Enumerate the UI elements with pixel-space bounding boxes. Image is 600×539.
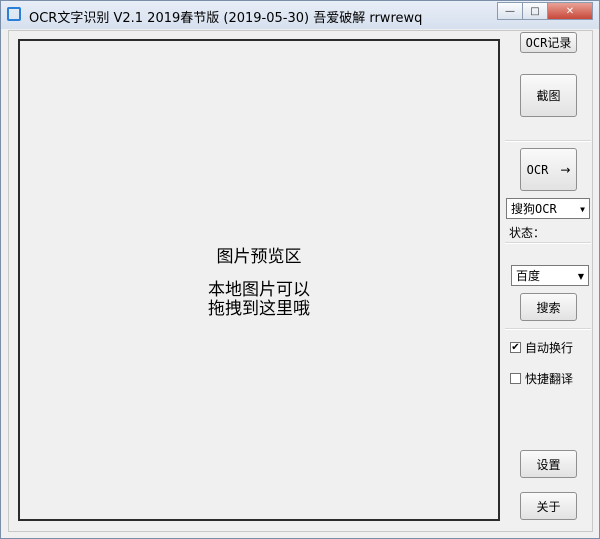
divider bbox=[505, 242, 591, 244]
status-label: 状态： bbox=[509, 226, 546, 240]
settings-button[interactable]: 设置 bbox=[520, 450, 577, 478]
app-icon bbox=[7, 7, 21, 21]
screenshot-button[interactable]: 截图 bbox=[520, 74, 577, 117]
chevron-down-icon: ▼ bbox=[577, 272, 584, 281]
search-button[interactable]: 搜索 bbox=[520, 293, 577, 321]
auto-wrap-checkbox[interactable]: ✔ 自动换行 bbox=[510, 339, 573, 356]
image-preview-area[interactable]: 图片预览区 本地图片可以 拖拽到这里哦 bbox=[18, 39, 500, 521]
divider bbox=[505, 140, 591, 142]
minimize-button[interactable]: — bbox=[497, 2, 523, 20]
window-title: OCR文字识别 V2.1 2019春节版 (2019-05-30) 吾爱破解 r… bbox=[29, 11, 423, 26]
divider bbox=[505, 328, 591, 330]
ocr-engine-value: 搜狗OCR bbox=[511, 202, 557, 216]
about-button[interactable]: 关于 bbox=[520, 492, 577, 520]
quick-translate-label: 快捷翻译 bbox=[525, 372, 574, 386]
search-engine-value: 百度 bbox=[516, 269, 541, 283]
preview-title: 图片预览区 bbox=[216, 246, 302, 267]
ocr-history-button[interactable]: OCR记录 bbox=[520, 32, 577, 53]
quick-translate-checkbox[interactable]: 快捷翻译 bbox=[510, 370, 573, 387]
window-controls: — □ ✕ bbox=[497, 2, 593, 20]
ocr-button-label: OCR bbox=[526, 162, 549, 177]
close-button[interactable]: ✕ bbox=[547, 2, 593, 20]
checkbox-unchecked-icon bbox=[510, 373, 521, 384]
auto-wrap-label: 自动换行 bbox=[525, 341, 574, 355]
ocr-engine-select[interactable]: 搜狗OCR ▼ bbox=[506, 198, 590, 219]
preview-hint-line1: 本地图片可以 bbox=[208, 279, 310, 300]
preview-hint-line2: 拖拽到这里哦 bbox=[208, 298, 310, 319]
checkbox-checked-icon: ✔ bbox=[510, 341, 521, 353]
arrow-right-icon: → bbox=[560, 162, 571, 177]
search-engine-select[interactable]: 百度 ▼ bbox=[511, 265, 589, 286]
ocr-button[interactable]: OCR → bbox=[520, 148, 577, 191]
title-bar[interactable]: OCR文字识别 V2.1 2019春节版 (2019-05-30) 吾爱破解 r… bbox=[1, 1, 599, 29]
maximize-button[interactable]: □ bbox=[522, 2, 548, 20]
chevron-down-icon: ▼ bbox=[580, 205, 585, 214]
